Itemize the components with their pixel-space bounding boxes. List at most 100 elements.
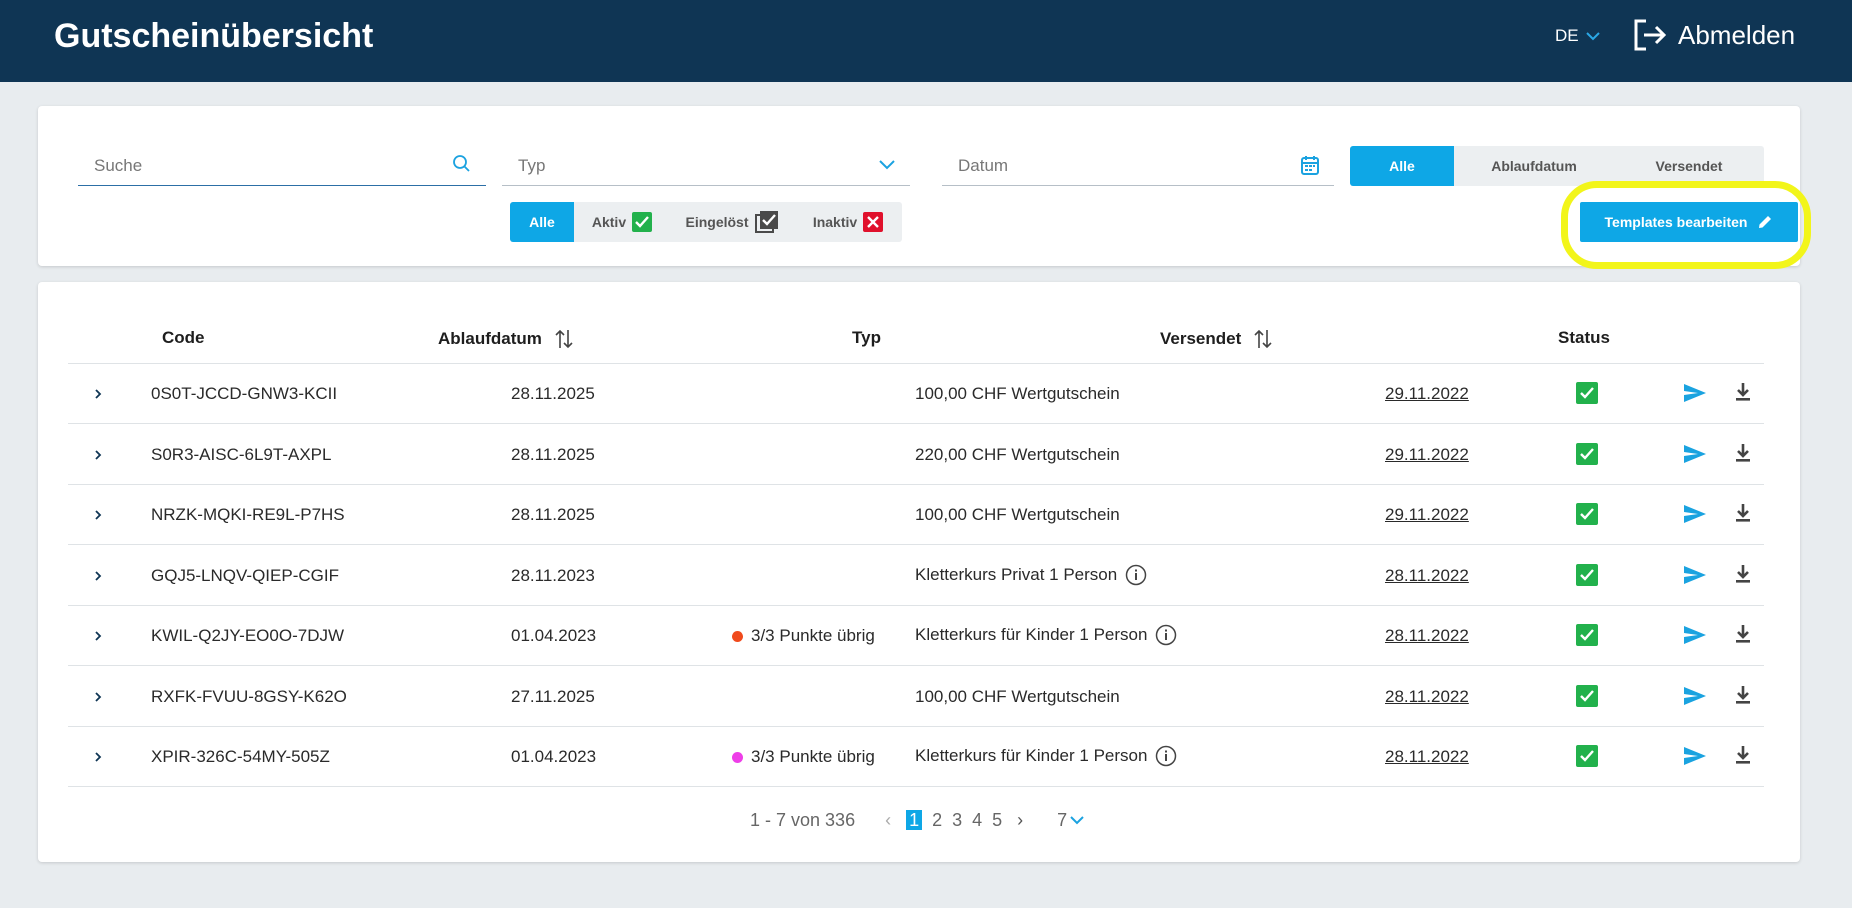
calendar-icon[interactable]	[1300, 154, 1320, 176]
sent-date-link[interactable]: 28.11.2022	[1385, 747, 1469, 767]
column-header-sent[interactable]: Versendet	[1160, 328, 1273, 350]
download-icon[interactable]	[1734, 744, 1752, 766]
page-title: Gutscheinübersicht	[54, 17, 374, 55]
table-row[interactable]: RXFK-FVUU-8GSY-K62O 27.11.2025 100,00 CH…	[68, 667, 1764, 727]
page-link-4[interactable]: 4	[972, 810, 982, 831]
sent-date-link[interactable]: 28.11.2022	[1385, 626, 1469, 646]
table-row[interactable]: S0R3-AISC-6L9T-AXPL 28.11.2025 220,00 CH…	[68, 425, 1764, 485]
expand-row-icon[interactable]	[88, 747, 108, 767]
voucher-type: 100,00 CHF Wertgutschein	[915, 384, 1120, 404]
pencil-icon	[1759, 216, 1772, 228]
range-option-expiry[interactable]: Ablaufdatum	[1454, 146, 1614, 186]
search-placeholder: Suche	[94, 156, 143, 175]
download-icon[interactable]	[1734, 563, 1752, 585]
page-link-5[interactable]: 5	[992, 810, 1002, 831]
send-icon[interactable]	[1682, 443, 1708, 465]
edit-templates-button[interactable]: Templates bearbeiten	[1580, 202, 1798, 242]
voucher-code: 0S0T-JCCD-GNW3-KCII	[151, 384, 338, 403]
expand-row-icon[interactable]	[88, 626, 108, 646]
expiry-date: 27.11.2025	[511, 686, 595, 706]
date-picker[interactable]: Datum	[942, 144, 1334, 186]
expiry-date: 01.04.2023	[511, 626, 597, 645]
range-option-all[interactable]: Alle	[1350, 146, 1454, 186]
voucher-type-label: Kletterkurs für Kinder 1 Person	[915, 625, 1148, 644]
sent-date-link[interactable]: 29.11.2022	[1385, 445, 1469, 465]
download-icon[interactable]	[1734, 623, 1752, 645]
column-header-status-label: Status	[1558, 328, 1610, 347]
send-icon[interactable]	[1682, 685, 1708, 707]
expiry-date: 28.11.2025	[511, 384, 595, 403]
voucher-type-label: 100,00 CHF Wertgutschein	[915, 505, 1120, 524]
language-selector[interactable]: DE	[1555, 25, 1601, 47]
expand-row-icon[interactable]	[88, 566, 108, 586]
send-icon[interactable]	[1682, 503, 1708, 525]
expiry-date: 28.11.2025	[511, 505, 595, 524]
sent-date-link[interactable]: 29.11.2022	[1385, 384, 1469, 404]
status-option-active[interactable]: Aktiv	[574, 202, 670, 242]
send-icon[interactable]	[1682, 745, 1708, 767]
status-option-all[interactable]: Alle	[510, 202, 574, 242]
prev-page-icon[interactable]: ‹	[885, 810, 891, 831]
download-icon[interactable]	[1734, 684, 1752, 706]
send-icon[interactable]	[1682, 382, 1708, 404]
expand-row-icon[interactable]	[88, 384, 108, 404]
sent-date-link[interactable]: 28.11.2022	[1385, 566, 1469, 586]
column-header-type: Typ	[852, 328, 881, 348]
download-icon[interactable]	[1734, 442, 1752, 464]
pagination-summary: 1 - 7 von 336	[750, 809, 856, 830]
status-option-inactive[interactable]: Inaktiv	[794, 202, 902, 242]
page-link-2[interactable]: 2	[932, 810, 942, 831]
type-select[interactable]: Typ	[502, 144, 910, 186]
page-size-value: 7	[1057, 809, 1068, 830]
expand-row-icon[interactable]	[88, 445, 108, 465]
sort-icon[interactable]	[554, 328, 574, 350]
table-row[interactable]: XPIR-326C-54MY-505Z 01.04.2023 3/3 Punkt…	[68, 727, 1764, 787]
voucher-table: Code Ablaufdatum Typ Versendet Status 0S…	[38, 282, 1800, 862]
top-bar: Gutscheinübersicht DE Abmelden	[0, 0, 1852, 82]
logout-button[interactable]: Abmelden	[1632, 16, 1795, 54]
expand-row-icon[interactable]	[88, 687, 108, 707]
table-row[interactable]: KWIL-Q2JY-EO0O-7DJW 01.04.2023 3/3 Punkt…	[68, 606, 1764, 666]
voucher-type: 100,00 CHF Wertgutschein	[915, 687, 1120, 707]
send-icon[interactable]	[1682, 564, 1708, 586]
voucher-type: 220,00 CHF Wertgutschein	[915, 445, 1120, 465]
table-row[interactable]: 0S0T-JCCD-GNW3-KCII 28.11.2025 100,00 CH…	[68, 364, 1764, 424]
page-link-1[interactable]: 1	[906, 810, 923, 830]
search-input[interactable]: Suche	[78, 144, 486, 186]
points-remaining: 3/3 Punkte übrig	[732, 747, 875, 767]
column-header-code: Code	[162, 328, 205, 348]
range-option-sent[interactable]: Versendet	[1614, 146, 1764, 186]
sent-date-link[interactable]: 29.11.2022	[1385, 505, 1469, 525]
status-option-inactive-label: Inaktiv	[812, 214, 858, 230]
expand-row-icon[interactable]	[88, 505, 108, 525]
send-icon[interactable]	[1682, 624, 1708, 646]
status-active-icon	[1576, 684, 1598, 707]
logout-label: Abmelden	[1678, 19, 1796, 50]
next-page-icon[interactable]: ›	[1017, 810, 1023, 831]
edit-templates-label: Templates bearbeiten	[1604, 214, 1748, 230]
filter-panel: Suche Typ Datum Alle Ablaufdatum Versend…	[38, 106, 1811, 269]
page-link-3[interactable]: 3	[952, 810, 962, 831]
voucher-type-label: Kletterkurs für Kinder 1 Person	[915, 746, 1148, 765]
cross-icon	[863, 212, 884, 232]
info-icon[interactable]	[1155, 745, 1177, 767]
download-icon[interactable]	[1734, 381, 1752, 403]
info-icon[interactable]	[1125, 564, 1147, 586]
info-icon[interactable]	[1155, 624, 1177, 646]
check-icon	[632, 212, 653, 232]
type-placeholder: Typ	[518, 156, 546, 175]
sent-date-link[interactable]: 28.11.2022	[1385, 687, 1469, 707]
voucher-type-label: 220,00 CHF Wertgutschein	[915, 444, 1120, 464]
chevron-down-icon	[879, 160, 895, 170]
status-option-redeemed[interactable]: Eingelöst	[670, 202, 794, 242]
logout-icon	[1634, 19, 1667, 51]
language-label: DE	[1555, 26, 1579, 45]
voucher-type: Kletterkurs Privat 1 Person	[915, 564, 1147, 586]
column-header-expiry[interactable]: Ablaufdatum	[438, 328, 574, 350]
voucher-code: KWIL-Q2JY-EO0O-7DJW	[151, 626, 345, 645]
download-icon[interactable]	[1734, 502, 1752, 524]
page-size-select[interactable]: 7	[1057, 810, 1085, 831]
table-row[interactable]: GQJ5-LNQV-QIEP-CGIF 28.11.2023 Kletterku…	[68, 546, 1764, 606]
table-row[interactable]: NRZK-MQKI-RE9L-P7HS 28.11.2025 100,00 CH…	[68, 485, 1764, 545]
sort-icon[interactable]	[1253, 328, 1273, 350]
